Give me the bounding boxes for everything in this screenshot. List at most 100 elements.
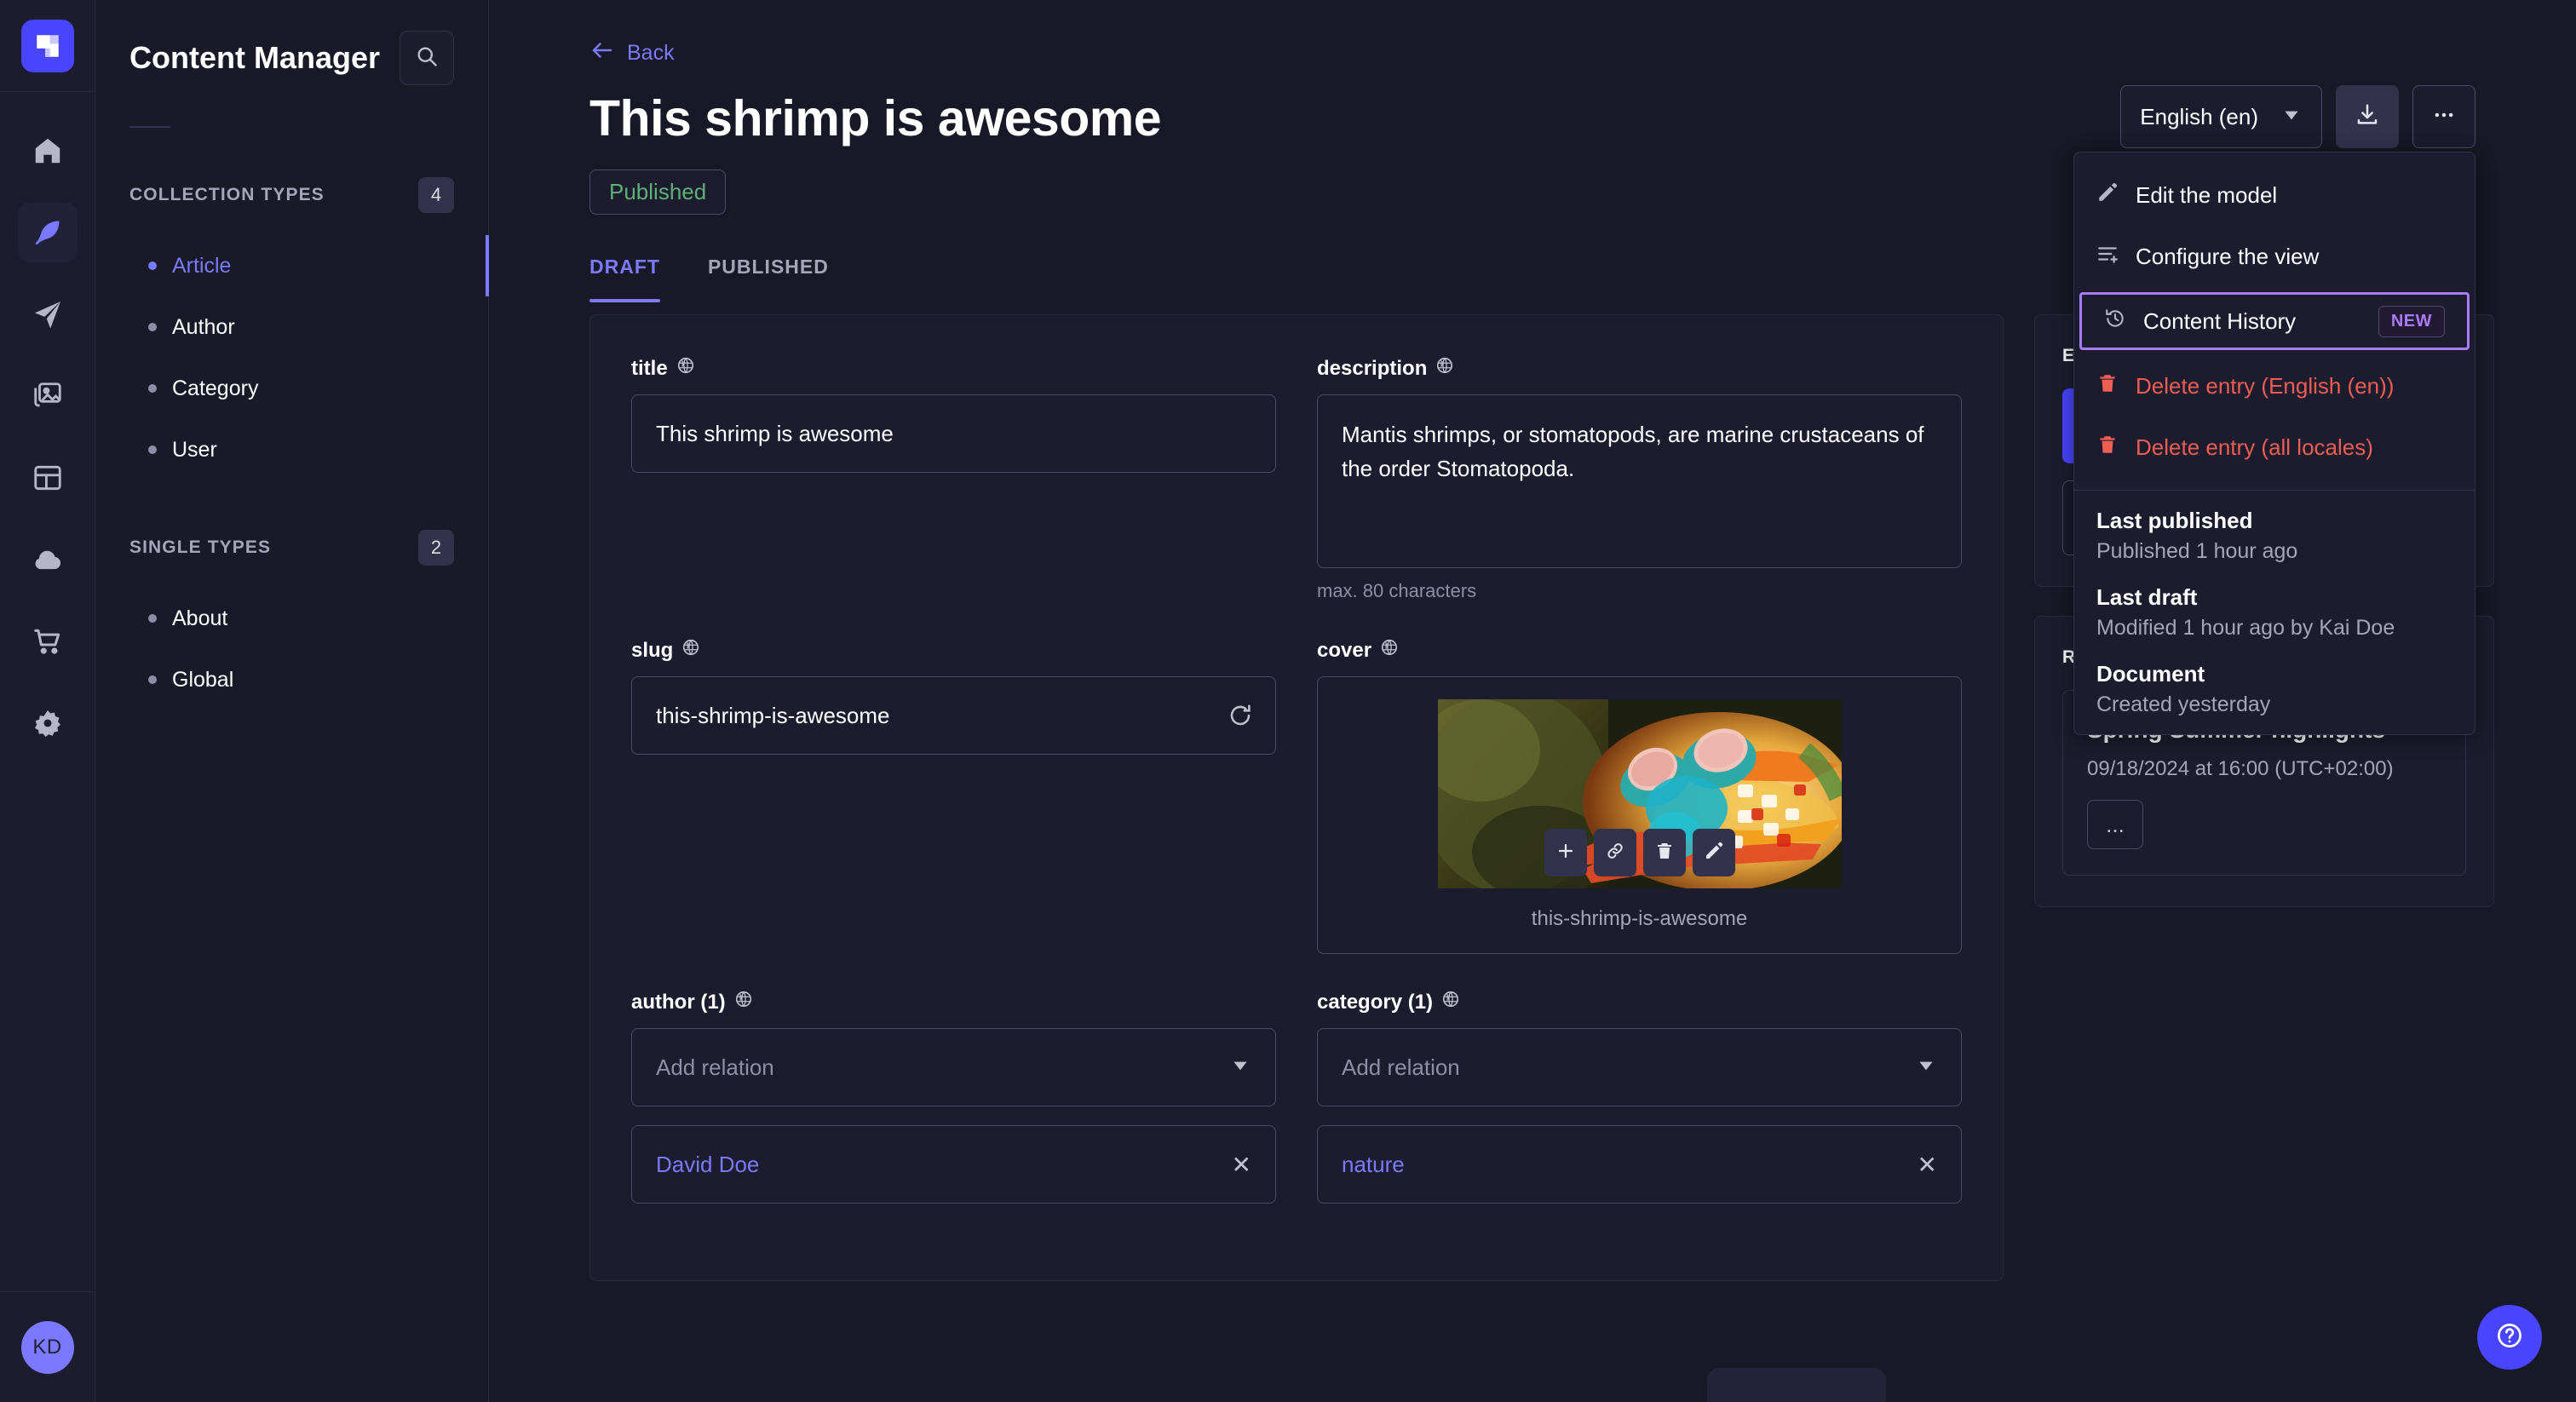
category-relation-select[interactable]: Add relation [1317,1028,1962,1106]
media-library-icon [32,380,64,412]
bullet-icon [148,323,157,331]
rail-item-marketplace[interactable] [18,612,78,671]
sidebar-item-user[interactable]: User [129,419,454,480]
slug-input[interactable]: this-shrimp-is-awesome [631,676,1276,755]
subnav: Content Manager COLLECTION TYPES 4 Artic… [95,0,489,1402]
description-value: Mantis shrimps, or stomatopods, are mari… [1342,417,1937,486]
rail-item-content-manager[interactable] [18,203,78,262]
menu-item-content-history[interactable]: Content History NEW [2079,292,2470,350]
rail-item-settings[interactable] [18,693,78,753]
chevron-down-icon [1915,1054,1937,1081]
avatar[interactable]: KD [21,1321,74,1374]
arrow-left-icon [589,37,615,69]
relation-name[interactable]: David Doe [656,1152,759,1178]
history-icon [2104,307,2126,336]
release-more-button[interactable]: ... [2087,800,2143,849]
field-author: author (1) Add rela [631,990,1276,1204]
group-label: COLLECTION TYPES [129,185,325,205]
group-header-collection-types: COLLECTION TYPES 4 [129,177,454,213]
label-text: author (1) [631,991,726,1014]
download-button[interactable] [2336,85,2399,148]
rail-item-media-library[interactable] [18,366,78,426]
back-link[interactable]: Back [589,37,675,69]
refresh-icon[interactable] [1227,702,1254,729]
close-icon[interactable]: ✕ [1918,1151,1937,1179]
sidebar-item-article[interactable]: Article [129,235,454,296]
menu-item-delete-entry-locale[interactable]: Delete entry (English (en)) [2074,355,2475,417]
title-input[interactable]: This shrimp is awesome [631,394,1276,473]
menu-item-edit-the-model[interactable]: Edit the model [2074,164,2475,226]
new-badge: NEW [2378,306,2445,337]
status-badge: Published [589,170,726,215]
info-sub-last-draft: Modified 1 hour ago by Kai Doe [2096,616,2452,641]
sidebar-item-about[interactable]: About [129,588,454,649]
sidebar-item-label: Global [172,668,233,692]
sidebar-item-category[interactable]: Category [129,358,454,419]
back-label: Back [627,41,675,66]
rail-item-releases[interactable] [18,448,78,508]
menu-item-label: Edit the model [2136,182,2277,209]
home-icon [32,135,64,167]
bullet-icon [148,384,157,393]
tab-published[interactable]: PUBLISHED [708,256,829,302]
sidebar-item-label: User [172,438,217,463]
divider [129,126,170,128]
search-icon [415,44,439,72]
menu-divider [2074,490,2475,491]
trash-icon [2096,434,2119,462]
field-grid: title This shrimp i [631,356,1962,1239]
label-text: cover [1317,639,1371,663]
author-relation-select[interactable]: Add relation [631,1028,1276,1106]
description-hint: max. 80 characters [1317,580,1962,602]
rail-item-content-type-builder[interactable] [18,284,78,344]
sidebar-item-author[interactable]: Author [129,296,454,358]
question-circle-icon [2494,1320,2525,1355]
label-text: slug [631,639,673,663]
field-label-author: author (1) [631,990,1276,1014]
copy-link-button[interactable] [1594,829,1636,876]
strapi-logo-icon[interactable] [21,20,74,72]
edit-asset-button[interactable] [1693,829,1735,876]
subnav-header: Content Manager [129,0,454,85]
more-actions-button[interactable] [2412,85,2475,148]
menu-item-delete-entry-all-locales[interactable]: Delete entry (all locales) [2074,417,2475,478]
page-title: Content Manager [129,40,380,76]
info-sub-last-published: Published 1 hour ago [2096,539,2452,564]
bullet-icon [148,614,157,623]
rail-item-cloud[interactable] [18,530,78,589]
relation-name[interactable]: nature [1342,1152,1405,1178]
download-icon [2355,102,2380,132]
label-text: category (1) [1317,991,1433,1014]
tab-draft[interactable]: DRAFT [589,256,660,302]
more-actions-menu: Edit the model Configure the view Conten… [2073,152,2475,735]
trash-icon [1654,841,1675,865]
sidebar-item-label: Category [172,376,258,401]
menu-item-label: Delete entry (English (en)) [2136,373,2394,399]
field-label-slug: slug [631,638,1276,663]
main-area: Back This shrimp is awesome Published DR… [489,0,2576,1402]
title-value: This shrimp is awesome [656,421,894,447]
rail-item-home[interactable] [18,121,78,181]
description-textarea[interactable]: Mantis shrimps, or stomatopods, are mari… [1317,394,1962,568]
add-asset-button[interactable] [1544,829,1587,876]
locale-value: English (en) [2140,104,2258,130]
bottom-overflow-pill [1707,1368,1886,1402]
field-label-title: title [631,356,1276,381]
menu-item-configure-the-view[interactable]: Configure the view [2074,226,2475,287]
info-sub-document: Created yesterday [2096,692,2452,717]
collection-types-list: Article Author Category User [129,235,454,480]
field-label-category: category (1) [1317,990,1962,1014]
locale-select[interactable]: English (en) [2120,85,2322,148]
cover-toolbar [1544,829,1735,876]
shopping-cart-icon [32,625,64,658]
cover-media-box: this-shrimp-is-awesome [1317,676,1962,954]
globe-icon [676,356,695,381]
cover-thumbnail[interactable] [1438,699,1842,888]
help-button[interactable] [2477,1305,2542,1370]
delete-asset-button[interactable] [1643,829,1686,876]
search-button[interactable] [400,31,454,85]
sidebar-item-global[interactable]: Global [129,649,454,710]
close-icon[interactable]: ✕ [1232,1151,1251,1179]
group-count-badge: 2 [418,530,454,566]
field-label-cover: cover [1317,638,1962,663]
